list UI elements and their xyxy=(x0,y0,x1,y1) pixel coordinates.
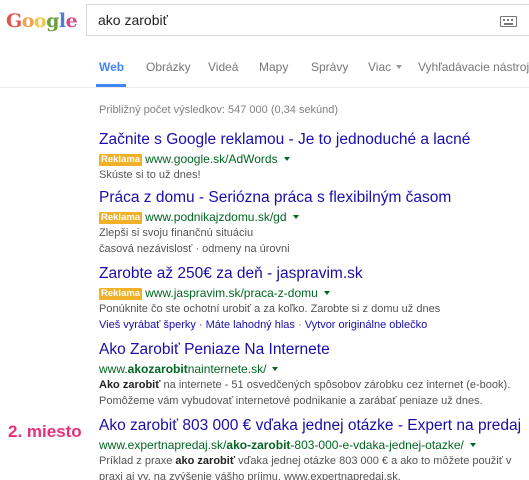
logo-letter: o xyxy=(21,10,35,32)
result-snippet: Zlepši si svoju finančnú situáciu xyxy=(99,227,254,239)
result-title-link[interactable]: Začnite s Google reklamou - Je to jednod… xyxy=(99,130,529,149)
tab-maps[interactable]: Mapy xyxy=(259,60,288,74)
ad-badge: Reklama xyxy=(99,154,143,166)
organic-result: Ako zarobiť 803 000 € vďaka jednej otázk… xyxy=(99,416,529,480)
result-snippet: Ponúknite čo ste ochotní urobiť a za koľ… xyxy=(99,303,441,315)
result-title-link[interactable]: Zarobte až 250€ za deň - jaspravim.sk xyxy=(99,264,529,283)
search-header: Google ako zarobiť xyxy=(0,0,529,44)
sitelink[interactable]: Máte lahodný hlas xyxy=(206,319,295,331)
result-url: Reklama www.podnikajzdomu.sk/gd xyxy=(99,209,529,225)
rank-annotation: 2. miesto xyxy=(8,422,82,441)
search-query: ako zarobiť xyxy=(98,12,168,28)
caret-down-icon[interactable] xyxy=(469,443,476,447)
ad-result: Zarobte až 250€ za deň - jaspravim.sk Re… xyxy=(99,264,529,333)
ad-result: Začnite s Google reklamou - Je to jednod… xyxy=(99,130,529,183)
caret-down-icon[interactable] xyxy=(292,215,299,219)
logo-letter: l xyxy=(58,10,66,32)
ad-badge: Reklama xyxy=(99,212,143,224)
result-url: www.akozarobitnainternete.sk/ xyxy=(99,361,529,377)
result-url: Reklama www.google.sk/AdWords xyxy=(99,151,529,167)
sitelink[interactable]: Vytvor originálne oblečko xyxy=(305,319,428,331)
result-snippet: Príklad z praxe ako zarobiť vďaka jednej… xyxy=(99,455,512,467)
result-url-text: www.jaspravim.sk/praca-z-domu xyxy=(145,286,318,300)
tab-more[interactable]: Viac xyxy=(368,60,403,74)
result-snippet: Pomôžeme vám vybudovať internetové podni… xyxy=(99,395,483,407)
result-title-link[interactable]: Práca z domu - Seriózna práca s flexibil… xyxy=(99,188,529,207)
caret-down-icon[interactable] xyxy=(283,157,290,161)
logo-letter: o xyxy=(33,10,47,32)
result-stats: Približný počet výsledkov: 547 000 (0,34… xyxy=(99,104,339,116)
tab-images[interactable]: Obrázky xyxy=(146,60,191,74)
ad-badge: Reklama xyxy=(99,288,143,300)
result-title-link[interactable]: Ako zarobiť 803 000 € vďaka jednej otázk… xyxy=(99,416,529,435)
tab-videos[interactable]: Videá xyxy=(208,60,238,74)
caret-down-icon[interactable] xyxy=(323,291,330,295)
tab-more-label: Viac xyxy=(368,60,392,74)
search-tabs: Web Obrázky Videá Mapy Správy Viac Vyhľa… xyxy=(0,44,529,88)
result-snippet: Ako zarobiť na internete - 51 osvedčenýc… xyxy=(99,379,511,391)
caret-down-icon[interactable] xyxy=(272,367,279,371)
result-url-text: www.podnikajzdomu.sk/gd xyxy=(145,210,287,224)
sitelinks: Vieš vyrábať šperky · Máte lahodný hlas … xyxy=(99,319,428,331)
sitelink[interactable]: Vieš vyrábať šperky xyxy=(99,319,196,331)
logo-letter: g xyxy=(46,10,59,32)
ad-result: Práca z domu - Seriózna práca s flexibil… xyxy=(99,188,529,257)
keyboard-icon[interactable] xyxy=(500,16,517,27)
tab-web[interactable]: Web xyxy=(99,60,124,74)
result-snippet: Skúste si to už dnes! xyxy=(99,169,201,181)
result-url: www.expertnapredaj.sk/ako-zarobit-803-00… xyxy=(99,437,529,453)
logo-letter: G xyxy=(6,10,22,32)
result-title-link[interactable]: Ako Zarobiť Peniaze Na Internete xyxy=(99,340,529,359)
tab-news[interactable]: Správy xyxy=(311,60,348,74)
result-snippet: praxi aj vy, na zvýšenie vášho príjmu. w… xyxy=(99,471,401,480)
tab-search-tools[interactable]: Vyhľadávacie nástroje xyxy=(418,60,529,74)
result-snippet: časová nezávislosť · odmeny na úrovni xyxy=(99,243,290,255)
result-url: Reklama www.jaspravim.sk/praca-z-domu xyxy=(99,285,529,301)
logo-letter: e xyxy=(65,10,78,32)
caret-down-icon xyxy=(396,65,403,69)
search-input[interactable]: ako zarobiť xyxy=(86,4,529,36)
active-tab-indicator xyxy=(96,84,126,87)
google-doodle-logo[interactable]: Google xyxy=(6,10,78,32)
result-url-text: www.google.sk/AdWords xyxy=(145,152,278,166)
organic-result: Ako Zarobiť Peniaze Na Internete www.ako… xyxy=(99,340,529,409)
